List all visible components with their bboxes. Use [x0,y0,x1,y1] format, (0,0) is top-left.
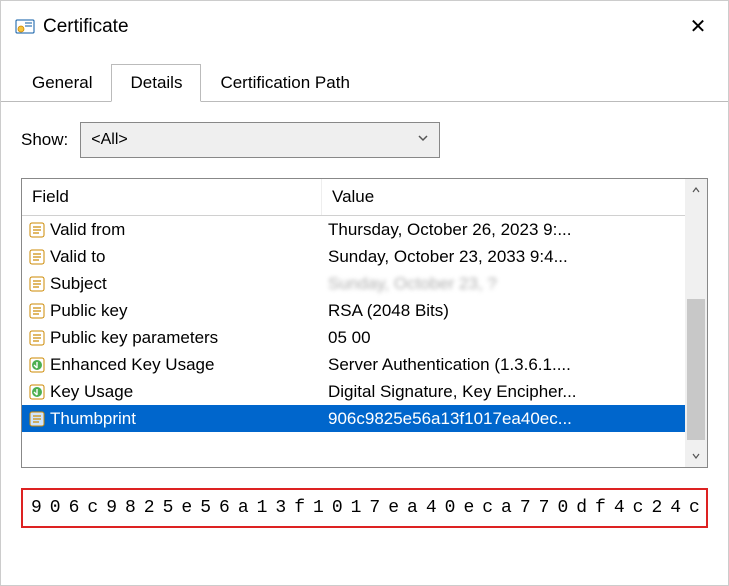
value-label: Digital Signature, Key Encipher... [322,382,707,402]
table-row[interactable]: Subject Sunday, October 23, ? [22,270,707,297]
column-header-field[interactable]: Field [22,179,322,215]
cell-field: Subject [22,274,322,294]
property-icon [28,329,46,347]
thumbprint-detail-box[interactable]: 906c9825e56a13f1017ea40eca770df4c24cb735 [21,488,708,528]
cell-field: Valid from [22,220,322,240]
cell-field: Public key [22,301,322,321]
cell-field: Key Usage [22,382,322,402]
show-select-value: <All> [91,131,127,149]
cell-field: Valid to [22,247,322,267]
table-row[interactable]: Public key parameters 05 00 [22,324,707,351]
table-body: Valid from Thursday, October 26, 2023 9:.… [22,216,707,432]
close-icon: ✕ [690,17,707,37]
titlebar: Certificate ✕ [1,1,728,53]
table-row[interactable]: Valid to Sunday, October 23, 2033 9:4... [22,243,707,270]
scroll-down-icon[interactable] [685,445,707,467]
certificate-window: Certificate ✕ General Details Certificat… [0,0,729,586]
field-label: Public key [50,301,127,321]
close-button[interactable]: ✕ [682,11,714,43]
value-label: Sunday, October 23, ? [322,274,707,294]
tab-bar: General Details Certification Path [1,53,728,102]
property-icon [28,410,46,428]
table-row[interactable]: Thumbprint 906c9825e56a13f1017ea40ec... [22,405,707,432]
tab-certification-path[interactable]: Certification Path [201,64,368,102]
chevron-down-icon [417,131,429,149]
value-label: 906c9825e56a13f1017ea40ec... [322,409,707,429]
field-label: Public key parameters [50,328,218,348]
tab-general[interactable]: General [13,64,111,102]
tab-content: Show: <All> Field Value Valid from Thursd… [1,102,728,585]
value-label: Server Authentication (1.3.6.1.... [322,355,707,375]
extension-icon [28,383,46,401]
table-row[interactable]: Enhanced Key Usage Server Authentication … [22,351,707,378]
value-label: Sunday, October 23, 2033 9:4... [322,247,707,267]
property-icon [28,221,46,239]
property-icon [28,275,46,293]
scroll-up-icon[interactable] [685,179,707,201]
value-label: 05 00 [322,328,707,348]
show-label: Show: [21,130,68,150]
tab-details[interactable]: Details [111,64,201,102]
column-header-value[interactable]: Value [322,179,707,215]
fields-table: Field Value Valid from Thursday, October … [21,178,708,468]
scroll-thumb[interactable] [687,299,705,441]
field-label: Key Usage [50,382,133,402]
property-icon [28,248,46,266]
cell-field: Enhanced Key Usage [22,355,322,375]
vertical-scrollbar[interactable] [685,179,707,467]
certificate-icon [15,17,35,37]
cell-field: Public key parameters [22,328,322,348]
value-label: RSA (2048 Bits) [322,301,707,321]
table-row[interactable]: Valid from Thursday, October 26, 2023 9:.… [22,216,707,243]
scroll-track[interactable] [685,201,707,445]
field-label: Thumbprint [50,409,136,429]
field-label: Subject [50,274,107,294]
table-row[interactable]: Public key RSA (2048 Bits) [22,297,707,324]
field-label: Enhanced Key Usage [50,355,214,375]
show-select[interactable]: <All> [80,122,440,158]
cell-field: Thumbprint [22,409,322,429]
extension-icon [28,356,46,374]
table-row[interactable]: Key Usage Digital Signature, Key Encipher… [22,378,707,405]
value-label: Thursday, October 26, 2023 9:... [322,220,707,240]
field-label: Valid to [50,247,105,267]
show-row: Show: <All> [21,122,708,158]
window-title: Certificate [43,16,674,38]
field-label: Valid from [50,220,125,240]
property-icon [28,302,46,320]
table-header: Field Value [22,179,707,216]
